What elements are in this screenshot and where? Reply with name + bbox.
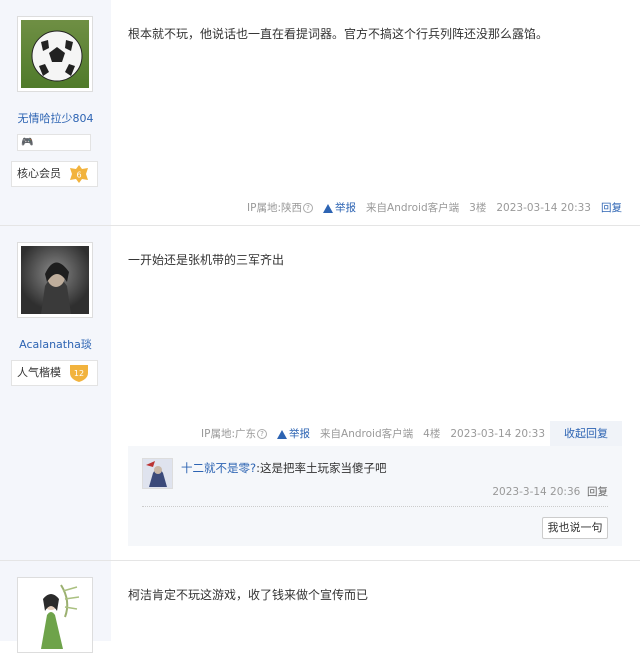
warning-icon	[277, 429, 288, 439]
floor-number: 4楼	[423, 428, 441, 440]
reply-link[interactable]: 回复	[601, 202, 622, 214]
svg-text:6: 6	[76, 171, 81, 180]
username-link[interactable]: 无情哈拉少804	[0, 110, 111, 126]
sub-reply-content: :这是把率土玩家当傻子吧	[256, 461, 387, 475]
game-icon-tag[interactable]: 🎮	[17, 134, 91, 151]
member-badge[interactable]: 人气楷模 12	[11, 360, 98, 386]
ip-location: IP属地:陕西	[247, 202, 302, 214]
post-content: 根本就不玩，他说话也一直在看提词器。官方不搞这个行兵列阵还没那么露馅。	[128, 27, 549, 41]
level-badge-icon: 12	[70, 365, 88, 382]
sub-reply-reply-link[interactable]: 回复	[587, 486, 608, 498]
post-content: 柯洁肯定不玩这游戏，收了钱来做个宣传而已	[128, 588, 369, 602]
sub-reply-box: 十二就不是零?:这是把率土玩家当傻子吧 2023-3-14 20:36 回复 我…	[128, 446, 622, 546]
sub-reply-time: 2023-3-14 20:36	[492, 486, 581, 498]
post-time: 2023-03-14 20:33	[496, 202, 591, 214]
sub-reply-avatar[interactable]	[142, 458, 173, 489]
sub-reply-username[interactable]: 十二就不是零?	[181, 461, 256, 475]
help-icon[interactable]: ?	[303, 203, 313, 213]
level-badge-icon: 6	[70, 165, 88, 183]
post-floor-5: 柯洁肯定不玩这游戏，收了钱来做个宣传而已	[0, 561, 640, 653]
ip-location: IP属地:广东	[201, 428, 257, 440]
device-source: 来自Android客户端	[366, 202, 460, 214]
badge-name: 人气楷模	[17, 366, 61, 379]
author-sidebar	[0, 561, 111, 653]
post-time: 2023-03-14 20:33	[450, 428, 545, 440]
post-content: 一开始还是张机带的三军齐出	[128, 253, 285, 267]
badge-name: 核心会员	[17, 167, 61, 180]
post-floor-3: 无情哈拉少804 🎮 核心会员 6 根本就不玩，他说话也一直在看提词器。官方不搞…	[0, 0, 640, 226]
collapse-replies-button[interactable]: 收起回复	[550, 421, 622, 446]
post-floor-4: Acalanatha琰 人气楷模 12 一开始还是张机带的三军齐出 IP属地:广…	[0, 226, 640, 561]
post-tail: IP属地:广东? 举报 来自Android客户端 4楼 2023-03-14 2…	[201, 426, 545, 441]
author-sidebar: Acalanatha琰 人气楷模 12	[0, 226, 111, 560]
device-source: 来自Android客户端	[320, 428, 414, 440]
username-link[interactable]: Acalanatha琰	[0, 336, 111, 352]
warning-icon	[323, 203, 334, 213]
report-link[interactable]: 举报	[289, 428, 310, 440]
gamepad-icon: 🎮	[21, 137, 34, 148]
add-comment-button[interactable]: 我也说一句	[542, 517, 608, 539]
avatar[interactable]	[17, 242, 93, 318]
member-badge[interactable]: 核心会员 6	[11, 161, 98, 187]
report-link[interactable]: 举报	[335, 202, 356, 214]
svg-text:12: 12	[74, 369, 84, 378]
post-tail: IP属地:陕西? 举报 来自Android客户端 3楼 2023-03-14 2…	[247, 200, 622, 215]
floor-number: 3楼	[469, 202, 487, 214]
avatar[interactable]	[17, 16, 93, 92]
author-sidebar: 无情哈拉少804 🎮 核心会员 6	[0, 0, 111, 225]
help-icon[interactable]: ?	[257, 429, 268, 439]
sub-reply-meta: 2023-3-14 20:36 回复	[492, 484, 608, 499]
sub-reply-text: 十二就不是零?:这是把率土玩家当傻子吧	[181, 460, 386, 476]
divider	[142, 506, 608, 507]
avatar[interactable]	[17, 577, 93, 653]
